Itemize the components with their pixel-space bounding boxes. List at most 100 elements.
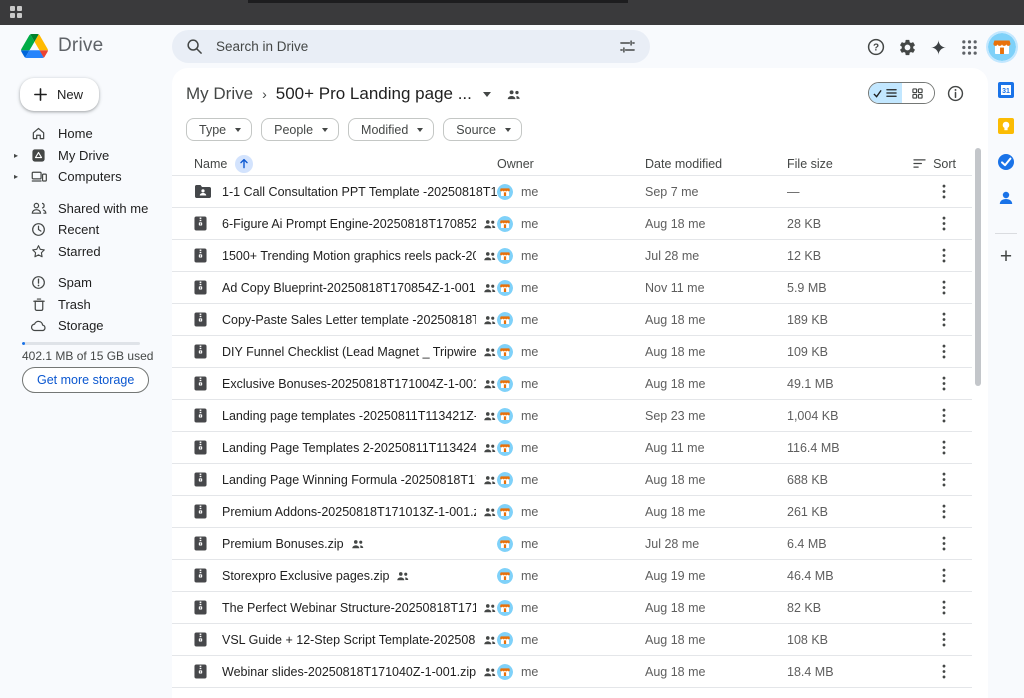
help-icon[interactable]: ?: [864, 35, 888, 59]
file-row[interactable]: The Perfect Webinar Structure-20250818T1…: [172, 592, 972, 624]
filter-people-chip[interactable]: People: [261, 118, 339, 141]
file-row[interactable]: DIY Funnel Checklist (Lead Magnet _ Trip…: [172, 336, 972, 368]
drive-logo[interactable]: Drive: [21, 34, 103, 58]
more-actions-icon[interactable]: [932, 308, 956, 332]
google-apps-grid-icon[interactable]: [957, 35, 981, 59]
tasks-app-icon[interactable]: [997, 153, 1015, 171]
more-actions-icon[interactable]: [932, 532, 956, 556]
list-view-button[interactable]: [869, 83, 902, 103]
sidebar-item-home[interactable]: Home: [0, 123, 172, 145]
file-row[interactable]: Webinar slides-20250818T171040Z-1-001.zi…: [172, 656, 972, 688]
column-file-size[interactable]: File size: [787, 157, 907, 171]
calendar-app-icon[interactable]: 31: [997, 81, 1015, 99]
keep-app-icon[interactable]: [997, 117, 1015, 135]
filter-modified-chip[interactable]: Modified: [348, 118, 434, 141]
contacts-app-icon[interactable]: [997, 189, 1015, 207]
breadcrumb-current-folder[interactable]: 500+ Pro Landing page ...: [276, 84, 472, 104]
more-actions-icon[interactable]: [932, 276, 956, 300]
more-actions-icon[interactable]: [932, 244, 956, 268]
zip-file-icon: [194, 280, 207, 295]
more-actions-icon[interactable]: [932, 340, 956, 364]
browser-tab-strip: [248, 0, 628, 3]
sidebar-item-storage[interactable]: Storage: [0, 315, 172, 337]
more-actions-icon[interactable]: [932, 596, 956, 620]
expand-caret-icon[interactable]: ▸: [14, 172, 22, 181]
file-row[interactable]: 6-Figure Ai Prompt Engine-20250818T17085…: [172, 208, 972, 240]
file-row[interactable]: Premium Bonuses.zip me Jul 28 me 6.4 MB: [172, 528, 972, 560]
file-row[interactable]: VSL Guide + 12-Step Script Template-2025…: [172, 624, 972, 656]
column-name[interactable]: Name: [194, 157, 227, 171]
details-info-icon[interactable]: [943, 81, 967, 105]
owner-label: me: [521, 441, 538, 455]
filter-source-chip[interactable]: Source: [443, 118, 522, 141]
new-button[interactable]: New: [20, 78, 99, 111]
file-name: Landing Page Templates 2-20250811T113424…: [222, 441, 476, 455]
file-type-icon-cell: [194, 184, 222, 199]
owner-avatar: [497, 312, 513, 328]
file-row[interactable]: Storexpro Exclusive pages.zip me Aug 19 …: [172, 560, 972, 592]
file-name: VSL Guide + 12-Step Script Template-2025…: [222, 633, 476, 647]
owner-label: me: [521, 633, 538, 647]
zip-file-icon: [194, 344, 207, 359]
sidebar-item-computers[interactable]: ▸ Computers: [0, 166, 172, 188]
sidebar-item-spam[interactable]: Spam: [0, 272, 172, 294]
file-row[interactable]: Premium Addons-20250818T171013Z-1-001.zi…: [172, 496, 972, 528]
get-add-ons-icon[interactable]: +: [1000, 246, 1012, 267]
gemini-sparkle-icon[interactable]: [926, 35, 950, 59]
more-actions-icon[interactable]: [932, 372, 956, 396]
more-actions-icon[interactable]: [932, 468, 956, 492]
file-row[interactable]: 1500+ Trending Motion graphics reels pac…: [172, 240, 972, 272]
column-date-modified[interactable]: Date modified: [645, 157, 787, 171]
advanced-search-icon[interactable]: [619, 38, 636, 55]
file-row[interactable]: Ad Copy Blueprint-20250818T170854Z-1-001…: [172, 272, 972, 304]
sort-button[interactable]: Sort: [907, 157, 956, 171]
trash-icon: [30, 297, 47, 312]
filter-type-chip[interactable]: Type: [186, 118, 252, 141]
window-grid-icon[interactable]: [10, 6, 23, 19]
storage-progress: [22, 342, 140, 345]
more-actions-icon[interactable]: [932, 436, 956, 460]
file-type-icon-cell: [194, 632, 222, 647]
grid-view-button[interactable]: [902, 83, 935, 103]
owner-label: me: [521, 313, 538, 327]
sidebar-item-my-drive[interactable]: ▸ My Drive: [0, 145, 172, 167]
folder-menu-caret-icon[interactable]: [483, 92, 491, 97]
file-type-icon-cell: [194, 536, 222, 551]
sidebar-item-starred[interactable]: Starred: [0, 241, 172, 263]
file-row[interactable]: Landing Page Winning Formula -20250818T1…: [172, 464, 972, 496]
file-row[interactable]: Exclusive Bonuses-20250818T171004Z-1-001…: [172, 368, 972, 400]
get-more-storage-button[interactable]: Get more storage: [22, 367, 149, 393]
sidebar-item-shared-with-me[interactable]: Shared with me: [0, 198, 172, 220]
more-actions-icon[interactable]: [932, 564, 956, 588]
more-actions-icon[interactable]: [932, 628, 956, 652]
file-row[interactable]: Landing Page Templates 2-20250811T113424…: [172, 432, 972, 464]
search-bar[interactable]: Search in Drive: [172, 30, 650, 63]
layout-toggle[interactable]: [868, 82, 935, 104]
sidebar-item-recent[interactable]: Recent: [0, 219, 172, 241]
table-header: Name Owner Date modified File size Sort: [172, 152, 972, 176]
settings-gear-icon[interactable]: [895, 35, 919, 59]
file-size: —: [787, 185, 907, 199]
more-actions-icon[interactable]: [932, 212, 956, 236]
expand-caret-icon[interactable]: ▸: [14, 151, 22, 160]
file-name: DIY Funnel Checklist (Lead Magnet _ Trip…: [222, 345, 476, 359]
account-avatar[interactable]: [988, 33, 1016, 61]
search-input[interactable]: Search in Drive: [216, 39, 606, 54]
more-actions-icon[interactable]: [932, 660, 956, 684]
more-actions-icon[interactable]: [932, 404, 956, 428]
sidebar-item-trash[interactable]: Trash: [0, 294, 172, 316]
file-row[interactable]: Landing page templates -20250811T113421Z…: [172, 400, 972, 432]
owner-label: me: [521, 377, 538, 391]
more-actions-icon[interactable]: [932, 180, 956, 204]
breadcrumb-my-drive[interactable]: My Drive: [186, 84, 253, 104]
file-row[interactable]: 1-1 Call Consultation PPT Template -2025…: [172, 176, 972, 208]
column-owner[interactable]: Owner: [497, 157, 645, 171]
file-row[interactable]: Copy-Paste Sales Letter template -202508…: [172, 304, 972, 336]
shared-people-icon: [483, 506, 497, 518]
list-scrollbar[interactable]: [975, 148, 981, 386]
file-type-icon-cell: [194, 408, 222, 423]
sort-ascending-icon[interactable]: [235, 155, 253, 173]
more-actions-icon[interactable]: [932, 500, 956, 524]
file-name: Landing page templates -20250811T113421Z…: [222, 409, 476, 423]
date-modified: Aug 18 me: [645, 377, 787, 391]
